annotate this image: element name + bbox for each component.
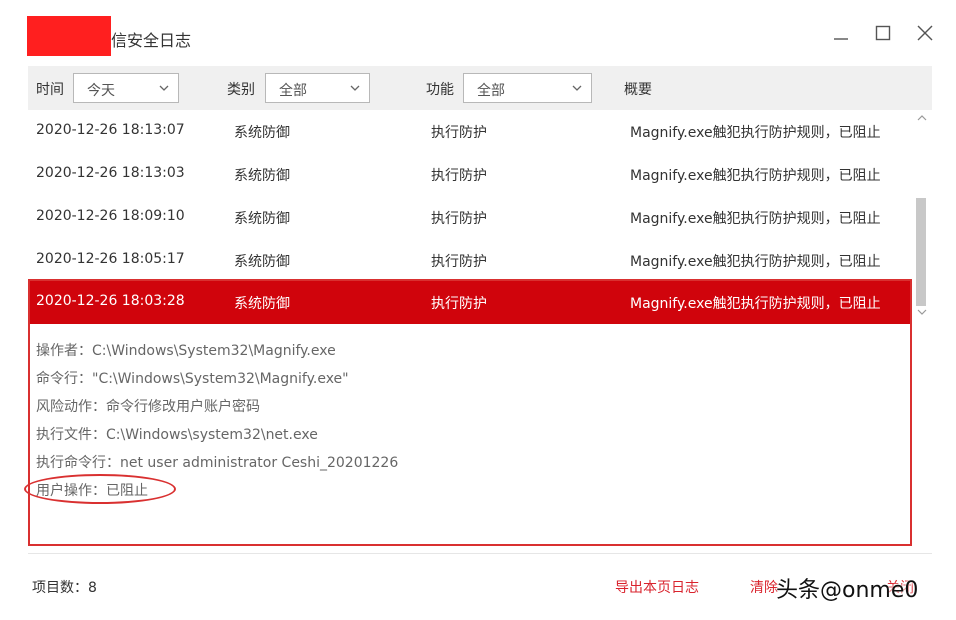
close-button[interactable] <box>912 20 938 46</box>
table-row-selected[interactable]: 2020-12-26 18:03:28 系统防御 执行防护 Magnify.ex… <box>28 281 912 324</box>
row-time: 2020-12-26 18:13:07 <box>36 122 185 138</box>
watermark: 头条@onme0 <box>776 578 919 603</box>
chevron-down-icon <box>350 85 360 91</box>
time-filter-value: 今天 <box>87 83 115 99</box>
row-category: 系统防御 <box>234 168 290 184</box>
row-function: 执行防护 <box>431 254 487 270</box>
row-category: 系统防御 <box>234 125 290 141</box>
row-summary: Magnify.exe触犯执行防护规则，已阻止 <box>630 125 881 141</box>
row-summary: Magnify.exe触犯执行防护规则，已阻止 <box>630 254 881 270</box>
detail-exec-file: 执行文件：C:\Windows\system32\net.exe <box>36 427 318 443</box>
row-summary: Magnify.exe触犯执行防护规则，已阻止 <box>630 296 881 312</box>
maximize-icon <box>875 25 891 41</box>
window-title: 信安全日志 <box>111 31 192 50</box>
log-detail-panel: 操作者：C:\Windows\System32\Magnify.exe 命令行：… <box>28 324 912 546</box>
scroll-thumb[interactable] <box>916 198 926 306</box>
function-filter-value: 全部 <box>477 83 505 99</box>
row-time: 2020-12-26 18:09:10 <box>36 208 185 224</box>
close-icon <box>917 25 933 41</box>
table-row[interactable]: 2020-12-26 18:13:07 系统防御 执行防护 Magnify.ex… <box>28 110 912 153</box>
annotation-ellipse <box>24 474 176 504</box>
function-filter-select[interactable]: 全部 <box>463 73 592 103</box>
row-function: 执行防护 <box>431 296 487 312</box>
row-function: 执行防护 <box>431 168 487 184</box>
time-filter-select[interactable]: 今天 <box>73 73 179 103</box>
category-filter-label: 类别 <box>227 82 255 98</box>
row-time: 2020-12-26 18:13:03 <box>36 165 185 181</box>
summary-column-header: 概要 <box>624 82 652 98</box>
row-category: 系统防御 <box>234 211 290 227</box>
category-filter-value: 全部 <box>279 83 307 99</box>
log-list: 2020-12-26 18:13:07 系统防御 执行防护 Magnify.ex… <box>24 110 932 550</box>
footer-divider <box>28 553 932 554</box>
detail-risk-action: 风险动作：命令行修改用户账户密码 <box>36 399 260 415</box>
row-summary: Magnify.exe触犯执行防护规则，已阻止 <box>630 168 881 184</box>
detail-command-line: 命令行："C:\Windows\System32\Magnify.exe" <box>36 371 349 387</box>
filter-bar: 时间 今天 类别 全部 功能 全部 概要 <box>28 66 932 110</box>
row-function: 执行防护 <box>431 211 487 227</box>
scroll-down-icon[interactable] <box>917 308 927 316</box>
vertical-scrollbar[interactable] <box>912 110 932 328</box>
clear-log-link[interactable]: 清除 <box>750 577 778 597</box>
title-bar: 信安全日志 <box>0 0 956 66</box>
table-row[interactable]: 2020-12-26 18:13:03 系统防御 执行防护 Magnify.ex… <box>28 153 912 196</box>
row-category: 系统防御 <box>234 296 290 312</box>
export-page-log-link[interactable]: 导出本页日志 <box>615 577 699 597</box>
table-row[interactable]: 2020-12-26 18:05:17 系统防御 执行防护 Magnify.ex… <box>28 239 912 282</box>
row-function: 执行防护 <box>431 125 487 141</box>
row-time: 2020-12-26 18:03:28 <box>36 293 185 309</box>
detail-exec-command: 执行命令行：net user administrator Ceshi_20201… <box>36 455 399 471</box>
minimize-button[interactable] <box>828 20 854 46</box>
table-row[interactable]: 2020-12-26 18:09:10 系统防御 执行防护 Magnify.ex… <box>28 196 912 239</box>
row-summary: Magnify.exe触犯执行防护规则，已阻止 <box>630 211 881 227</box>
chevron-down-icon <box>572 85 582 91</box>
redacted-app-name <box>27 16 111 56</box>
maximize-button[interactable] <box>870 20 896 46</box>
minimize-icon <box>834 38 848 40</box>
chevron-down-icon <box>159 85 169 91</box>
function-filter-label: 功能 <box>426 82 454 98</box>
scroll-up-icon[interactable] <box>917 114 927 122</box>
detail-operator: 操作者：C:\Windows\System32\Magnify.exe <box>36 343 336 359</box>
row-time: 2020-12-26 18:05:17 <box>36 251 185 267</box>
category-filter-select[interactable]: 全部 <box>265 73 370 103</box>
time-filter-label: 时间 <box>36 82 64 98</box>
security-log-window: 信安全日志 时间 今天 类别 全部 功能 全部 概要 2020-12-26 18… <box>0 0 956 620</box>
item-count: 项目数：8 <box>32 580 97 596</box>
row-category: 系统防御 <box>234 254 290 270</box>
